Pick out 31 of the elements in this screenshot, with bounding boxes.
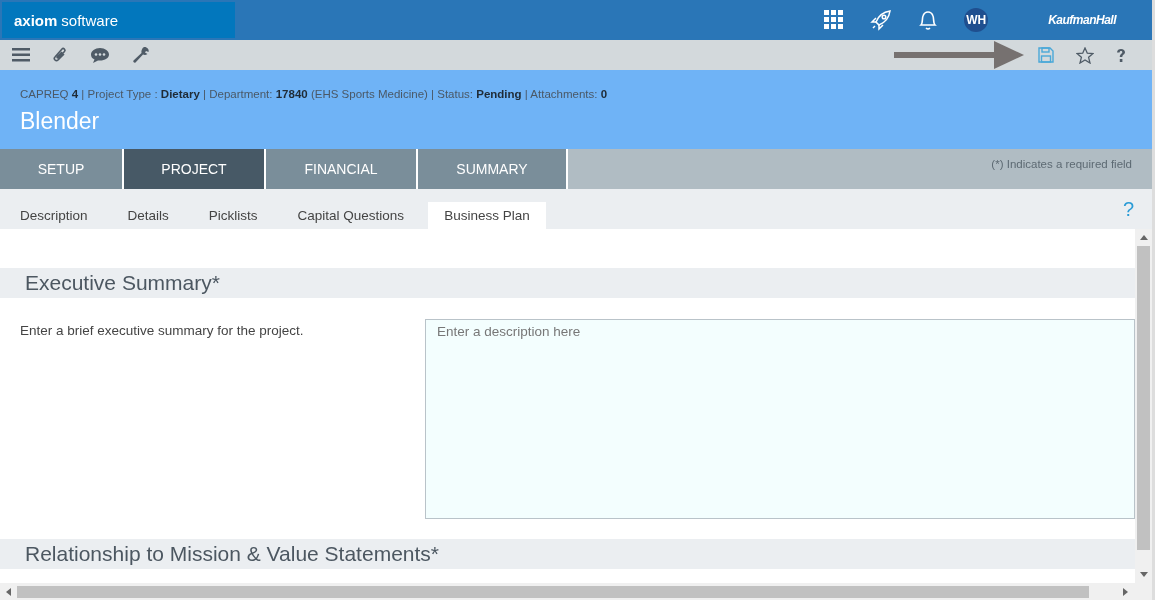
menu-icon[interactable] — [12, 48, 30, 62]
scroll-down-icon[interactable] — [1139, 572, 1148, 577]
partner-logo: KaufmanHall — [1048, 13, 1116, 27]
section-header: Relationship to Mission & Value Statements* — [0, 539, 1135, 569]
rocket-icon[interactable] — [870, 9, 893, 31]
field-prompt: Enter a brief executive summary for the project. — [20, 322, 305, 340]
notification-bell-icon[interactable] — [918, 9, 939, 31]
chat-bubble-icon[interactable] — [90, 46, 110, 64]
section-header: Executive Summary* — [0, 268, 1135, 298]
sub-tab[interactable]: Capital Questions — [281, 202, 421, 229]
help-icon[interactable] — [1116, 47, 1126, 63]
sub-tab[interactable]: Description — [4, 202, 104, 229]
scroll-up-icon[interactable] — [1139, 235, 1148, 240]
sub-tab[interactable]: Business Plan — [428, 202, 546, 229]
description-field[interactable]: Enter a description here — [425, 319, 1135, 519]
user-avatar[interactable]: WH — [964, 8, 989, 32]
required-note: (*) Indicates a required field — [991, 158, 1132, 170]
record-info: CAPREQ 4 | Project Type : Dietary | Department: 17840 (EHS Sports Medicine) | Status: Pending | Attachments: 0 — [20, 87, 609, 100]
paperclip-icon[interactable] — [52, 46, 68, 64]
favorite-star-icon[interactable] — [1076, 46, 1094, 64]
brand-logo[interactable]: axiom software — [2, 2, 235, 38]
scroll-left-icon[interactable] — [6, 587, 11, 596]
main-tab[interactable]: PROJECT — [124, 149, 264, 189]
sub-tab[interactable]: Picklists — [192, 202, 274, 229]
sub-tab[interactable]: Details — [111, 202, 185, 229]
apps-grid-icon[interactable] — [824, 10, 845, 30]
vertical-scrollbar[interactable] — [1135, 229, 1152, 583]
horizontal-scrollbar[interactable] — [0, 583, 1152, 600]
scroll-right-icon[interactable] — [1123, 587, 1128, 596]
wrench-icon[interactable] — [132, 46, 150, 64]
record-title: Blender — [20, 108, 101, 135]
